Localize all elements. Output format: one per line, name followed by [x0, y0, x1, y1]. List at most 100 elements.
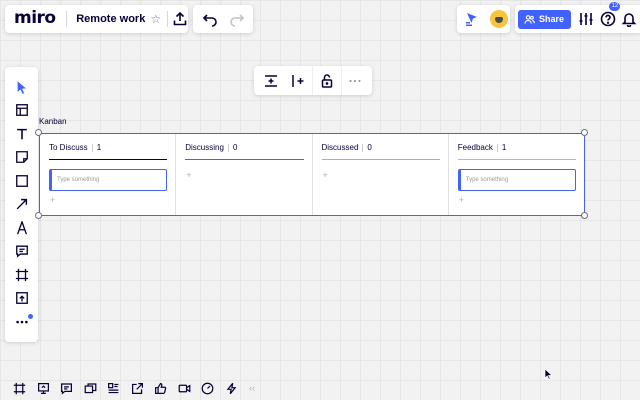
screens-icon — [84, 382, 97, 393]
shape-tool[interactable] — [8, 169, 36, 193]
upload-tool[interactable] — [8, 287, 36, 311]
sticky-note-tool[interactable] — [8, 146, 36, 170]
column-count: 1 — [96, 143, 102, 152]
left-toolbar — [5, 67, 38, 342]
add-card-button[interactable]: + — [49, 195, 167, 205]
external-link-icon — [131, 382, 143, 394]
more-options-button[interactable] — [342, 68, 368, 94]
follow-button[interactable] — [459, 6, 485, 32]
screen-share-button[interactable] — [79, 378, 103, 398]
export-button[interactable] — [172, 6, 188, 32]
sticky-note-icon — [15, 151, 28, 164]
select-tool[interactable] — [8, 75, 36, 99]
pen-tool[interactable] — [8, 216, 36, 240]
timer-icon — [201, 382, 214, 394]
reactions-button[interactable] — [149, 378, 173, 398]
kanban-card[interactable]: Type something — [49, 169, 168, 191]
presentation-button[interactable] — [32, 378, 56, 398]
add-card-button[interactable]: + — [322, 170, 440, 180]
redo-button[interactable] — [224, 6, 250, 32]
undo-button[interactable] — [197, 6, 223, 32]
kanban-column[interactable]: Feedback 1 Type something + — [449, 134, 584, 215]
users-icon — [524, 14, 535, 24]
add-card-button[interactable]: + — [458, 195, 576, 205]
frame-tool[interactable] — [8, 263, 36, 287]
share-button[interactable]: Share — [518, 9, 572, 29]
column-title: Discussing — [185, 143, 224, 152]
text-tool[interactable] — [8, 122, 36, 146]
kanban-label: Kanban — [39, 117, 67, 126]
cards-button[interactable] — [102, 378, 126, 398]
resize-handle-top-left[interactable] — [35, 129, 42, 136]
column-count: 1 — [501, 143, 507, 152]
column-header[interactable]: Discussing 0 — [185, 143, 304, 160]
bell-icon — [621, 13, 637, 27]
add-card-button[interactable]: + — [185, 170, 303, 180]
lock-button[interactable] — [314, 68, 340, 94]
column-count: 0 — [232, 143, 238, 152]
kanban-column[interactable]: To Discuss 1 Type something + — [40, 134, 177, 215]
divider — [496, 143, 498, 152]
divider — [167, 11, 168, 27]
layout-icon — [15, 104, 28, 117]
video-camera-icon — [178, 384, 191, 392]
video-button[interactable] — [173, 378, 197, 398]
unlock-icon — [321, 73, 333, 88]
top-left-panel: miro Remote work ☆ — [5, 5, 188, 33]
column-header[interactable]: To Discuss 1 — [49, 143, 168, 160]
column-title: Discussed — [321, 143, 359, 152]
collaboration-panel — [457, 5, 510, 33]
kanban-board[interactable]: To Discuss 1 Type something + Discussing… — [39, 133, 585, 216]
arrow-icon — [16, 199, 27, 210]
frames-button[interactable] — [8, 378, 32, 398]
pointer-icon — [17, 81, 26, 94]
add-column-button[interactable] — [285, 68, 311, 94]
context-toolbar — [254, 66, 372, 95]
cursor-follow-icon — [466, 13, 478, 26]
column-header[interactable]: Discussed 0 — [321, 143, 440, 160]
upload-box-icon — [15, 292, 28, 305]
comment-tool[interactable] — [8, 240, 36, 264]
pen-icon — [16, 220, 27, 235]
frame-icon — [15, 268, 28, 281]
templates-tool[interactable] — [8, 99, 36, 123]
sliders-icon — [579, 13, 593, 25]
bottom-toolbar: ‹‹ — [0, 376, 280, 400]
redo-icon — [229, 14, 244, 27]
resize-handle-top-right[interactable] — [581, 129, 588, 136]
column-header[interactable]: Feedback 1 — [457, 143, 576, 160]
add-column-icon — [292, 74, 304, 87]
notifications-button[interactable] — [618, 6, 640, 32]
divider — [362, 143, 364, 152]
kanban-card[interactable]: Type something — [457, 169, 576, 191]
miro-logo[interactable]: miro — [5, 8, 66, 30]
add-row-button[interactable] — [258, 68, 284, 94]
comment-icon — [15, 245, 28, 258]
upload-icon — [173, 11, 187, 26]
board-title[interactable]: Remote work — [66, 13, 150, 25]
divider — [91, 143, 93, 152]
share-label: Share — [539, 14, 565, 24]
kanban-column[interactable]: Discussed 0 + — [313, 134, 449, 215]
connection-tool[interactable] — [8, 193, 36, 217]
export-board-button[interactable] — [126, 378, 150, 398]
comment-icon — [61, 382, 73, 395]
mouse-cursor-icon — [544, 368, 553, 380]
resize-handle-bottom-left[interactable] — [35, 212, 42, 219]
star-icon[interactable]: ☆ — [150, 12, 167, 26]
timer-button[interactable] — [196, 378, 220, 398]
help-button[interactable]: 12 — [597, 2, 621, 32]
collapse-toolbar-button[interactable]: ‹‹ — [243, 383, 255, 393]
comments-button[interactable] — [55, 378, 79, 398]
column-title: To Discuss — [49, 143, 88, 152]
resize-handle-bottom-right[interactable] — [581, 212, 588, 219]
settings-button[interactable] — [575, 6, 597, 32]
integrations-button[interactable] — [220, 378, 244, 398]
list-icon — [108, 382, 119, 393]
column-count: 0 — [367, 143, 372, 152]
help-icon — [600, 11, 615, 27]
user-avatar[interactable] — [489, 10, 508, 28]
square-icon — [15, 174, 28, 187]
kanban-column[interactable]: Discussing 0 + — [176, 134, 313, 215]
thumbs-up-icon — [155, 382, 167, 394]
